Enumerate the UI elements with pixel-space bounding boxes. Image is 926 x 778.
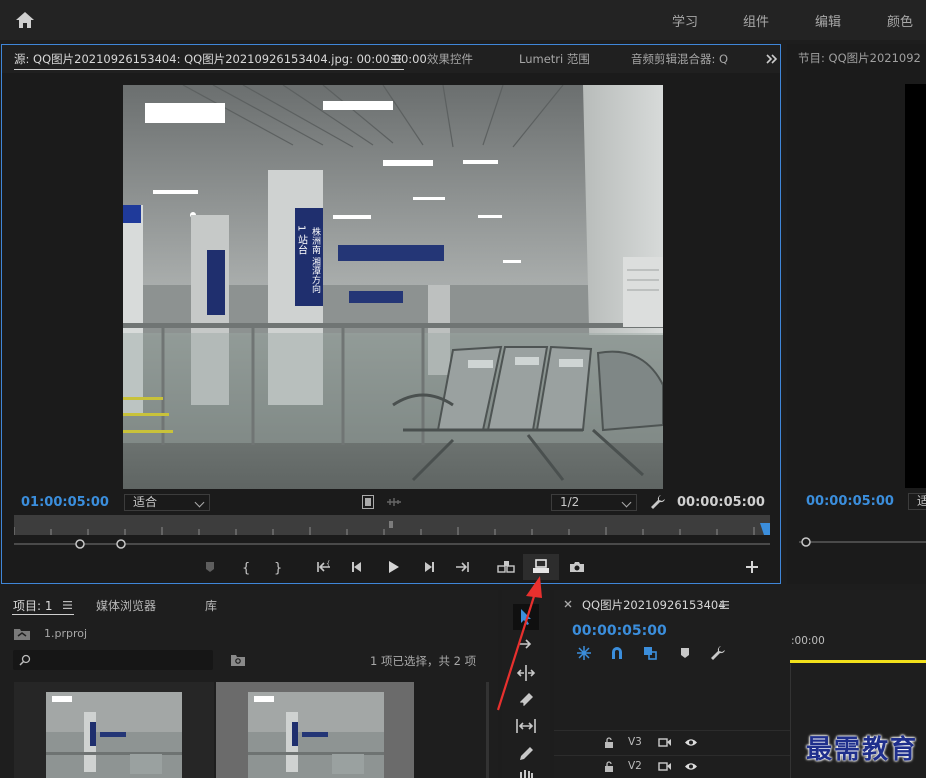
project-item-thumbnail-2[interactable] [216, 682, 414, 778]
timeline-ruler-start: :00:00 [791, 635, 825, 647]
direction-sign-text: 株洲南 湘潭方向 [310, 226, 321, 293]
snap-magnet-icon[interactable] [609, 645, 625, 661]
play-icon[interactable] [383, 557, 403, 577]
go-to-out-icon[interactable] [452, 557, 472, 577]
eye-icon[interactable] [684, 737, 698, 748]
tab-source[interactable]: 源: QQ图片20210926153404: QQ图片2021092615340… [14, 51, 427, 67]
workspace-editing[interactable]: 编辑 [815, 11, 841, 30]
program-zoom-dropdown[interactable]: 适 [908, 493, 926, 510]
program-zoom-scrollbar[interactable] [799, 536, 926, 548]
wrench-icon[interactable] [650, 494, 666, 510]
program-playhead-timecode[interactable]: 00:00:05:00 [806, 494, 894, 509]
filmstrip-icon[interactable] [362, 495, 374, 509]
nest-sequence-icon[interactable] [576, 645, 592, 661]
project-search-box[interactable] [13, 650, 213, 670]
source-duration-timecode: 00:00:05:00 [677, 495, 765, 510]
linked-selection-icon[interactable] [642, 645, 658, 661]
tab-project[interactable]: 项目: 1 [13, 597, 53, 614]
eye-icon[interactable] [684, 761, 698, 772]
zoom-level-value: 适合 [133, 495, 158, 509]
svg-text:{: { [326, 560, 330, 568]
workspace-color[interactable]: 颜色 [887, 11, 913, 30]
zoom-level-dropdown[interactable]: 适合 [124, 494, 210, 511]
tab-sequence[interactable]: QQ图片20210926153404 [582, 597, 726, 613]
tab-libraries[interactable]: 库 [205, 597, 217, 614]
program-monitor-panel: 节目: QQ图片2021092 00:00:05:00 适 [787, 44, 926, 584]
thumbnail-image-2 [248, 692, 384, 778]
export-frame-camera-icon[interactable] [567, 557, 587, 577]
search-icon [19, 654, 31, 666]
step-back-icon[interactable] [348, 557, 368, 577]
track-header-v3: V3 [554, 730, 790, 756]
source-monitor-panel: 源: QQ图片20210926153404: QQ图片2021092615340… [1, 44, 781, 584]
track-header-v2: V2 [554, 756, 790, 778]
workspace-learn[interactable]: 学习 [672, 11, 698, 30]
track-output-toggle-icon[interactable] [658, 761, 672, 772]
project-menu-icon[interactable] [63, 600, 73, 610]
source-playhead-timecode[interactable]: 01:00:05:00 [21, 495, 109, 510]
watermark-logo-text: 最需教育 [805, 735, 918, 765]
timeline-settings-wrench-icon[interactable] [710, 645, 726, 661]
project-panel: 项目: 1 媒体浏览器 库 1.prproj 1 项已选择，共 2 项 [0, 590, 498, 778]
slip-tool-icon[interactable] [515, 717, 537, 735]
program-viewer [905, 84, 926, 488]
folder-up-icon[interactable] [13, 627, 31, 641]
source-time-ruler[interactable] [14, 515, 770, 535]
tab-audio-clip-mixer[interactable]: 音频剪辑混合器: Q [631, 51, 743, 67]
search-input[interactable] [35, 652, 209, 669]
program-zoom-value: 适 [917, 494, 926, 508]
add-marker-timeline-icon[interactable] [678, 646, 692, 660]
panel-menu-icon[interactable] [392, 54, 402, 64]
track-lock-icon[interactable] [604, 737, 614, 748]
mark-out-icon[interactable]: } [268, 557, 288, 577]
tab-media-browser[interactable]: 媒体浏览器 [96, 597, 156, 614]
mark-in-icon[interactable]: { [236, 557, 256, 577]
pen-tool-icon[interactable] [517, 745, 535, 763]
playback-resolution-value: 1/2 [560, 495, 580, 509]
tab-lumetri-scopes[interactable]: Lumetri 范围 [519, 51, 590, 67]
track-lock-icon[interactable] [604, 761, 614, 772]
button-editor-plus-icon[interactable] [742, 557, 762, 577]
new-search-bin-icon[interactable] [230, 653, 246, 667]
timeline-playhead-timecode[interactable]: 00:00:05:00 [572, 623, 667, 639]
thumbnail-image-1 [46, 692, 182, 778]
add-marker-icon[interactable] [200, 557, 220, 577]
step-forward-icon[interactable] [418, 557, 438, 577]
close-icon[interactable] [564, 600, 572, 608]
work-area-bar[interactable] [790, 660, 926, 663]
project-file-name: 1.prproj [44, 627, 88, 640]
platform-sign-text: 1 站台 [296, 225, 308, 255]
annotation-arrow [496, 576, 542, 711]
workspace-assembly[interactable]: 组件 [743, 11, 769, 30]
tab-program[interactable]: 节目: QQ图片2021092 [798, 50, 921, 66]
project-item-thumbnail-1[interactable] [14, 682, 214, 778]
source-zoom-scrollbar[interactable] [14, 539, 770, 549]
playback-resolution-dropdown[interactable]: 1/2 [551, 494, 637, 511]
project-tab-underline [12, 614, 74, 615]
tab-effect-controls[interactable]: 效果控件 [427, 51, 473, 67]
svg-text:}: } [274, 561, 282, 576]
sequence-menu-icon[interactable] [720, 600, 730, 610]
track-output-toggle-icon[interactable] [658, 737, 672, 748]
go-to-in-icon[interactable]: { [314, 557, 334, 577]
home-icon[interactable] [14, 9, 36, 31]
hand-tool-icon[interactable] [517, 770, 535, 778]
svg-text:{: { [242, 561, 250, 576]
audio-waveform-icon[interactable] [386, 497, 402, 507]
timeline-track-divider [790, 664, 791, 778]
project-scrollbar[interactable] [486, 682, 489, 778]
double-chevron-right-icon[interactable] [766, 53, 778, 65]
source-viewer-image: 1 站台 株洲南 湘潭方向 [123, 85, 663, 489]
active-tab-underline [14, 69, 404, 70]
track-label-v2: V2 [628, 760, 642, 772]
track-label-v3: V3 [628, 736, 642, 748]
workspace-bar: 学习 组件 编辑 颜色 [0, 0, 926, 40]
selection-status: 1 项已选择，共 2 项 [370, 654, 477, 668]
